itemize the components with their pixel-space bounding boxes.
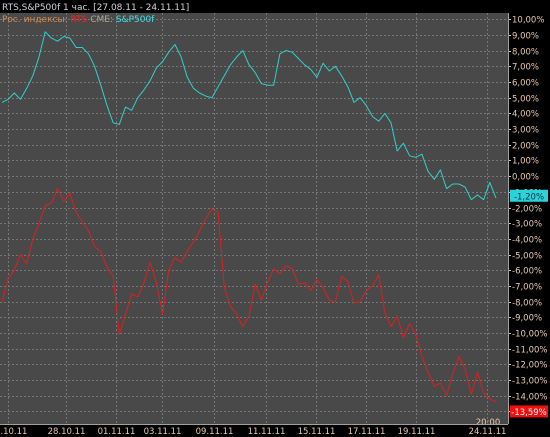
y-tick-label: 4,00%: [512, 110, 539, 120]
y-tick-label: 8,00%: [512, 48, 539, 58]
plot-area: [0, 13, 508, 424]
y-tick-label: -7,00%: [512, 283, 542, 293]
y-tick-label: 5,00%: [512, 95, 539, 105]
y-tick-label: -2,00%: [512, 205, 542, 215]
y-tick-label: 3,00%: [512, 126, 539, 136]
x-tick-label: 09.11.11: [196, 427, 234, 437]
legend-sp500: S&P500f: [115, 15, 155, 25]
y-tick-label: 7,00%: [512, 63, 539, 73]
y-tick-label: -6,00%: [512, 267, 542, 277]
y-tick-label: -4,00%: [512, 236, 542, 246]
x-tick-label: 17.11.11: [348, 427, 386, 437]
legend-prefix: Рос. индексы:: [2, 15, 68, 25]
y-tick-label: 0,00%: [512, 173, 539, 183]
y-tick-label: -5,00%: [512, 252, 542, 262]
legend-cme-prefix: CME:: [90, 15, 113, 25]
chart-canvas: 10,00% 9,00% 8,00% 7,00% 6,00% 5,00% 4,00% 3,00…: [0, 13, 548, 437]
y-tick-label: 6,00%: [512, 79, 539, 89]
y-tick-label: 10,00%: [512, 16, 544, 26]
y-tick-label: -14,00%: [512, 393, 547, 403]
chart-header-title: RTS,S&P500f 1 час. [27.08.11 - 24.11.11]: [2, 3, 190, 13]
y-tick-label: 2,00%: [512, 142, 539, 152]
sp500-last-value-badge-text: -1,20%: [514, 192, 544, 202]
x-tick-label: 11.11.11: [248, 427, 286, 437]
y-tick-label: -13,00%: [512, 377, 547, 387]
rts-last-value-badge-text: -13,59%: [511, 408, 546, 418]
y-tick-label: 9,00%: [512, 32, 539, 42]
y-tick-label: 1,00%: [512, 157, 539, 167]
y-tick-label: -8,00%: [512, 299, 542, 309]
x-tick-label: 01.11.11: [98, 427, 136, 437]
x-tick-time-label: 20:00: [476, 418, 501, 428]
x-tick-label: 19.11.11: [398, 427, 436, 437]
x-tick-label: 03.11.11: [144, 427, 182, 437]
chart-header-legend: Рос. индексы: RTS CME: S&P500f: [2, 15, 154, 25]
x-tick-label: 28.10.11: [48, 427, 86, 437]
y-tick-label: -12,00%: [512, 361, 547, 371]
chart: 10,00% 9,00% 8,00% 7,00% 6,00% 5,00% 4,00% 3,00…: [0, 0, 550, 437]
x-tick-label: 24.11.11: [469, 427, 507, 437]
x-tick-label: 26.10.11: [0, 427, 27, 437]
y-tick-label: -11,00%: [512, 346, 547, 356]
y-tick-label: -3,00%: [512, 220, 542, 230]
y-tick-label: -10,00%: [512, 330, 547, 340]
y-tick-label: -9,00%: [512, 314, 542, 324]
legend-rts: RTS: [70, 15, 88, 25]
x-tick-label: 15.11.11: [298, 427, 336, 437]
